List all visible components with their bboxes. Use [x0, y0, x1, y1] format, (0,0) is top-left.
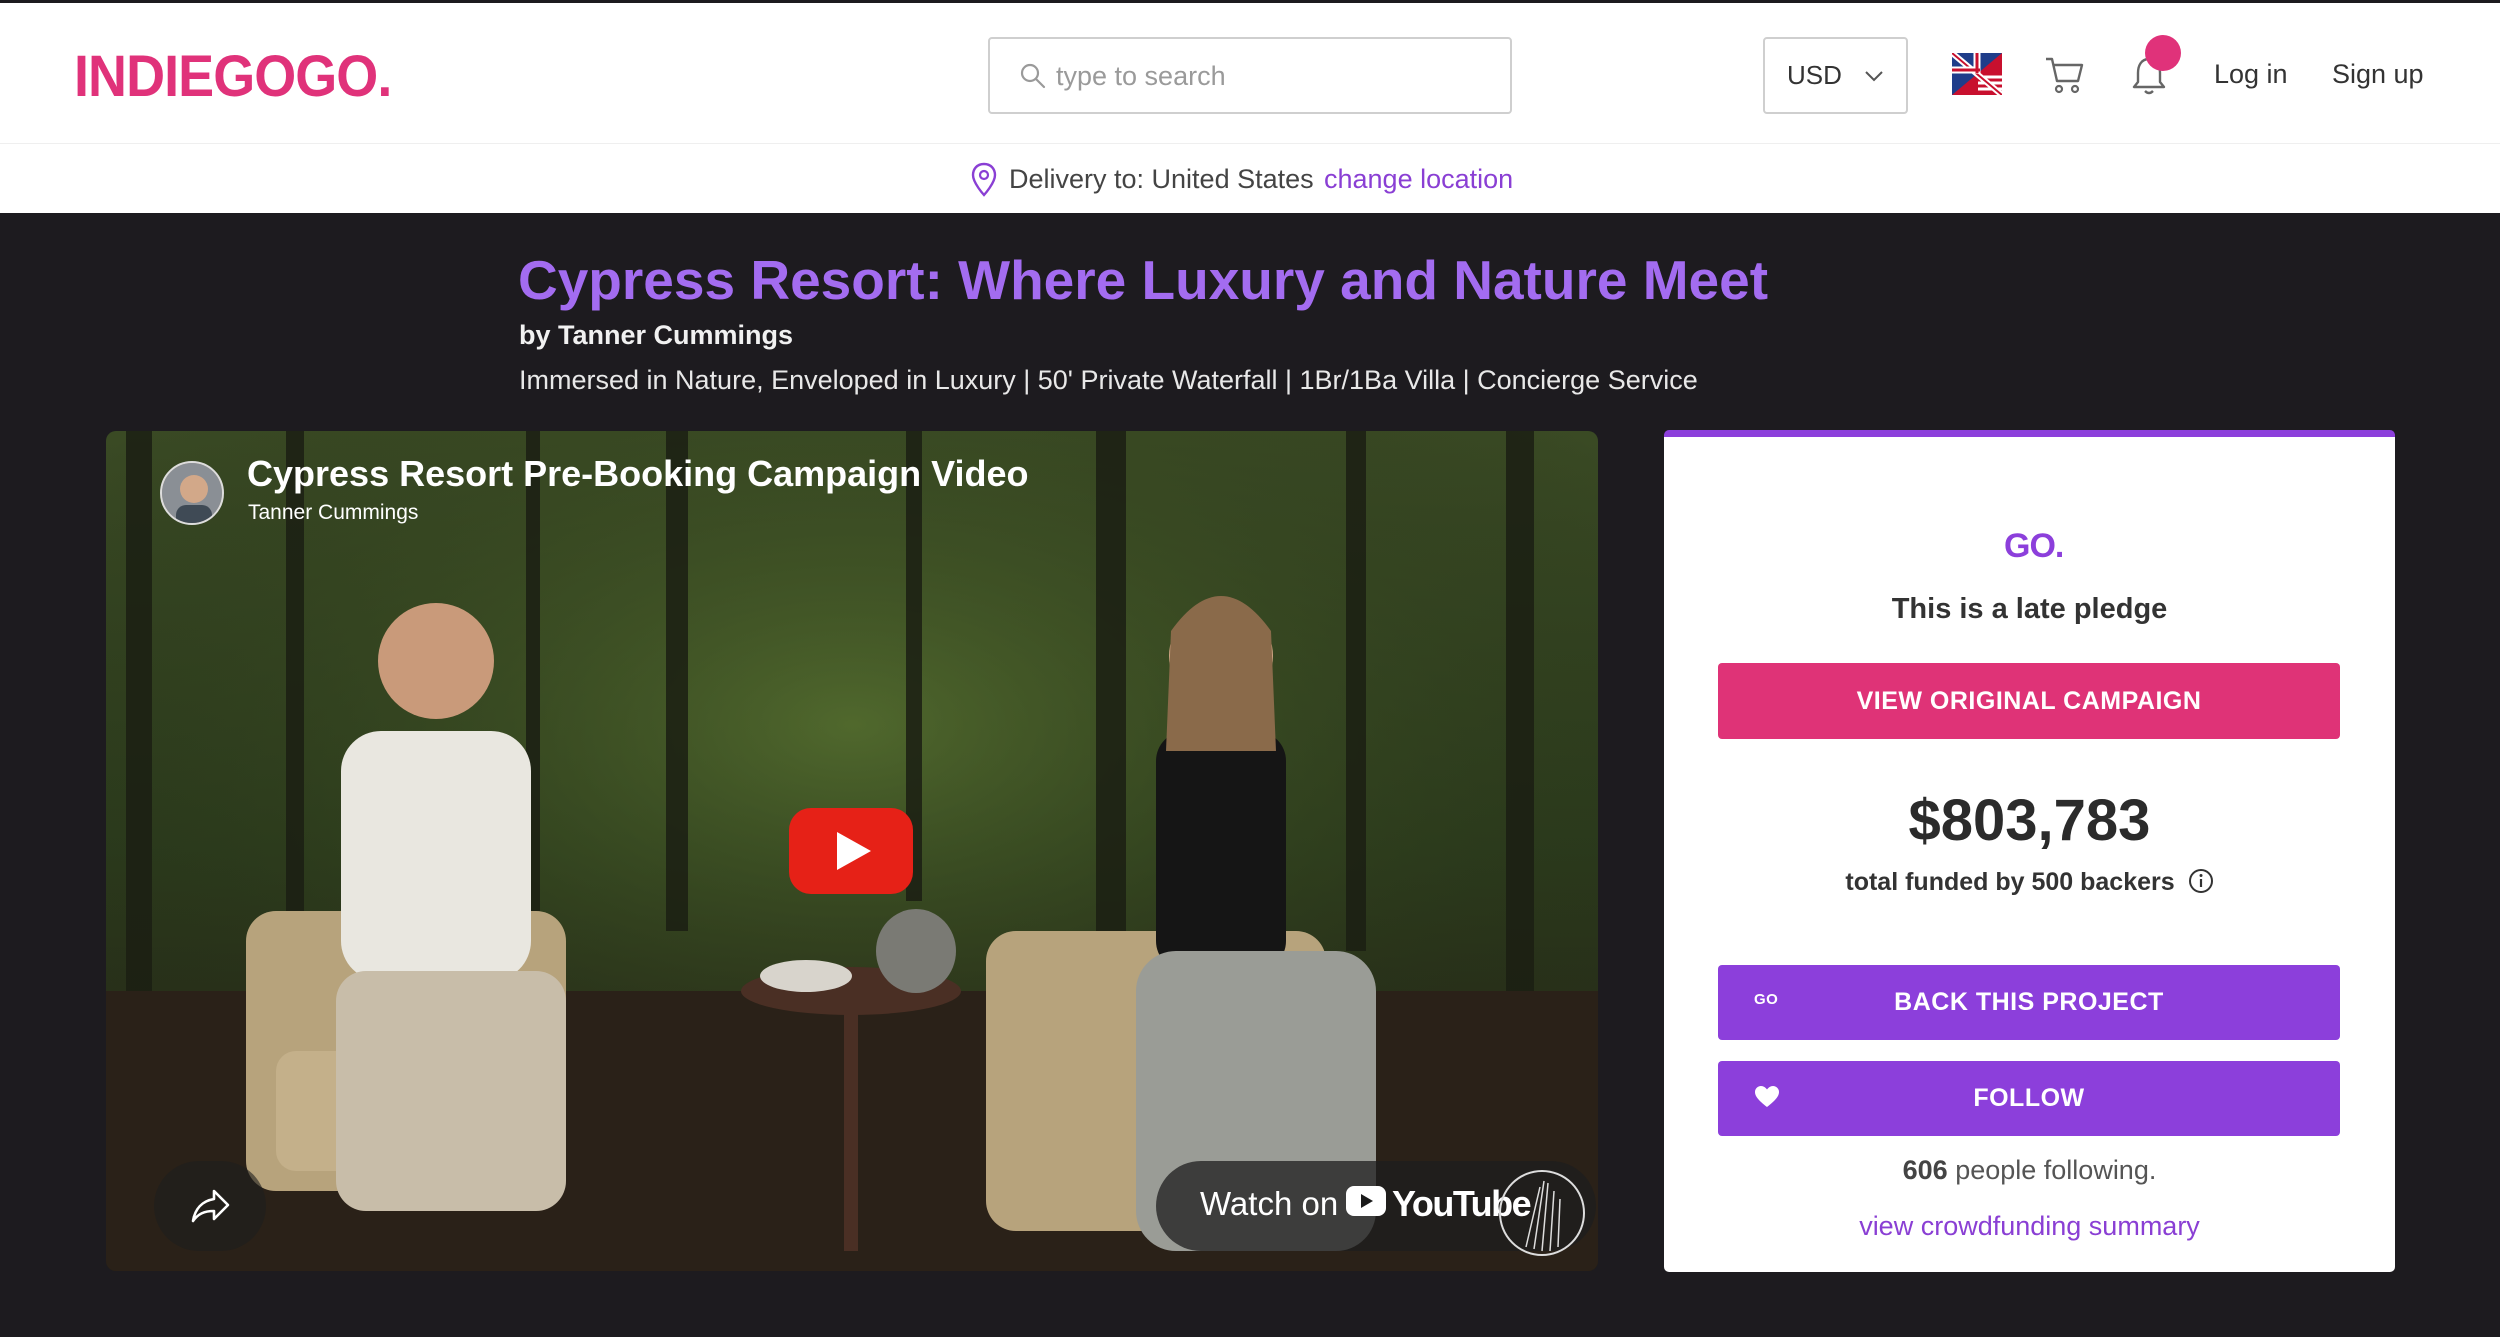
- site-header: INDIEGOGO. USD Log in Sign up: [0, 3, 2500, 143]
- video-channel[interactable]: Tanner Cummings: [248, 501, 418, 525]
- funded-text: total funded by 500 backers: [1845, 868, 2175, 896]
- uk-us-flag-icon[interactable]: [1952, 53, 2002, 95]
- go-small-icon: GO: [1754, 991, 1779, 1008]
- campaign-panel: GO. This is a late pledge VIEW ORIGINAL …: [1664, 430, 2395, 1272]
- search-box[interactable]: [988, 37, 1512, 114]
- play-icon[interactable]: [789, 808, 913, 894]
- delivery-text: Delivery to: United States: [1009, 164, 1314, 194]
- search-input[interactable]: [1056, 55, 1476, 97]
- campaign-title: Cypress Resort: Where Luxury and Nature …: [518, 249, 1769, 311]
- indiegogo-logo[interactable]: INDIEGOGO.: [74, 43, 392, 110]
- back-this-project-button[interactable]: GO BACK THIS PROJECT: [1718, 965, 2340, 1040]
- funded-amount: $803,783: [1908, 788, 2151, 853]
- location-pin-icon: [971, 162, 997, 197]
- following-count-text: 606 people following.: [1664, 1155, 2395, 1186]
- view-original-campaign-button[interactable]: VIEW ORIGINAL CAMPAIGN: [1718, 663, 2340, 739]
- follow-label: FOLLOW: [1973, 1084, 2085, 1112]
- go-logo: GO.: [2004, 527, 2064, 565]
- youtube-logo-icon: [1346, 1186, 1386, 1216]
- notification-badge: [2145, 35, 2181, 71]
- login-link[interactable]: Log in: [2214, 59, 2288, 90]
- campaign-subtitle: Immersed in Nature, Enveloped in Luxury …: [519, 365, 1698, 395]
- share-button[interactable]: [154, 1161, 266, 1251]
- delivery-bar: Delivery to: United States change locati…: [0, 143, 2500, 213]
- share-icon: [191, 1189, 230, 1223]
- currency-select[interactable]: USD: [1763, 37, 1908, 114]
- funded-summary: total funded by 500 backers: [1664, 868, 2395, 897]
- back-this-project-label: BACK THIS PROJECT: [1894, 988, 2164, 1016]
- late-pledge-heading: This is a late pledge: [1891, 593, 2168, 625]
- follow-button[interactable]: FOLLOW: [1718, 1061, 2340, 1136]
- currency-value: USD: [1787, 60, 1842, 90]
- change-location-link[interactable]: change location: [1324, 164, 1513, 195]
- cart-icon[interactable]: [2044, 55, 2086, 95]
- watch-on-label: Watch on: [1200, 1185, 1339, 1222]
- crowdfunding-summary-link[interactable]: view crowdfunding summary: [1664, 1211, 2395, 1242]
- info-icon[interactable]: [2188, 868, 2214, 894]
- channel-avatar[interactable]: [160, 461, 224, 525]
- resort-emblem-icon: [1499, 1170, 1585, 1256]
- campaign-byline[interactable]: by Tanner Cummings: [519, 320, 793, 351]
- search-icon: [1020, 63, 1046, 89]
- signup-link[interactable]: Sign up: [2332, 59, 2424, 90]
- chevron-down-icon: [1865, 71, 1883, 82]
- campaign-video[interactable]: Cypress Resort Pre-Booking Campaign Vide…: [106, 431, 1598, 1271]
- video-title[interactable]: Cypress Resort Pre-Booking Campaign Vide…: [247, 453, 1029, 495]
- following-label: people following.: [1955, 1155, 2157, 1185]
- heart-icon: [1755, 1086, 1779, 1107]
- following-count: 606: [1902, 1155, 1948, 1185]
